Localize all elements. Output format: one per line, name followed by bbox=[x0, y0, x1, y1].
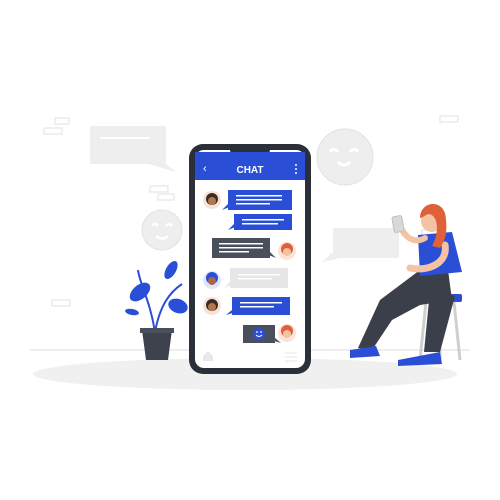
avatar bbox=[203, 297, 221, 315]
avatar bbox=[278, 324, 296, 342]
potted-plant bbox=[125, 260, 188, 360]
background-bubble-right bbox=[322, 228, 399, 262]
chat-illustration: ‹ CHAT bbox=[30, 115, 470, 390]
message-row bbox=[203, 190, 292, 210]
chat-bubble bbox=[212, 238, 276, 258]
chat-bubble bbox=[224, 268, 288, 288]
chat-bubble bbox=[222, 190, 292, 210]
message-row bbox=[203, 297, 290, 315]
shoe bbox=[350, 346, 380, 358]
plant-pot bbox=[142, 330, 172, 360]
back-chevron-icon[interactable]: ‹ bbox=[203, 163, 207, 175]
smile-icon bbox=[253, 328, 265, 340]
chat-bubble bbox=[228, 214, 292, 230]
message-row bbox=[228, 214, 292, 230]
message-row bbox=[243, 324, 296, 343]
chat-bubble bbox=[226, 297, 290, 315]
avatar bbox=[278, 242, 296, 260]
kebab-menu-icon[interactable] bbox=[295, 164, 297, 174]
smartphone: ‹ CHAT bbox=[189, 144, 311, 374]
avatar bbox=[203, 191, 221, 209]
background-bubble-left bbox=[90, 126, 176, 172]
chat-title: CHAT bbox=[236, 165, 263, 176]
emoji-face-large bbox=[316, 128, 374, 186]
emoji-face-small bbox=[141, 209, 183, 251]
avatar bbox=[203, 271, 221, 289]
